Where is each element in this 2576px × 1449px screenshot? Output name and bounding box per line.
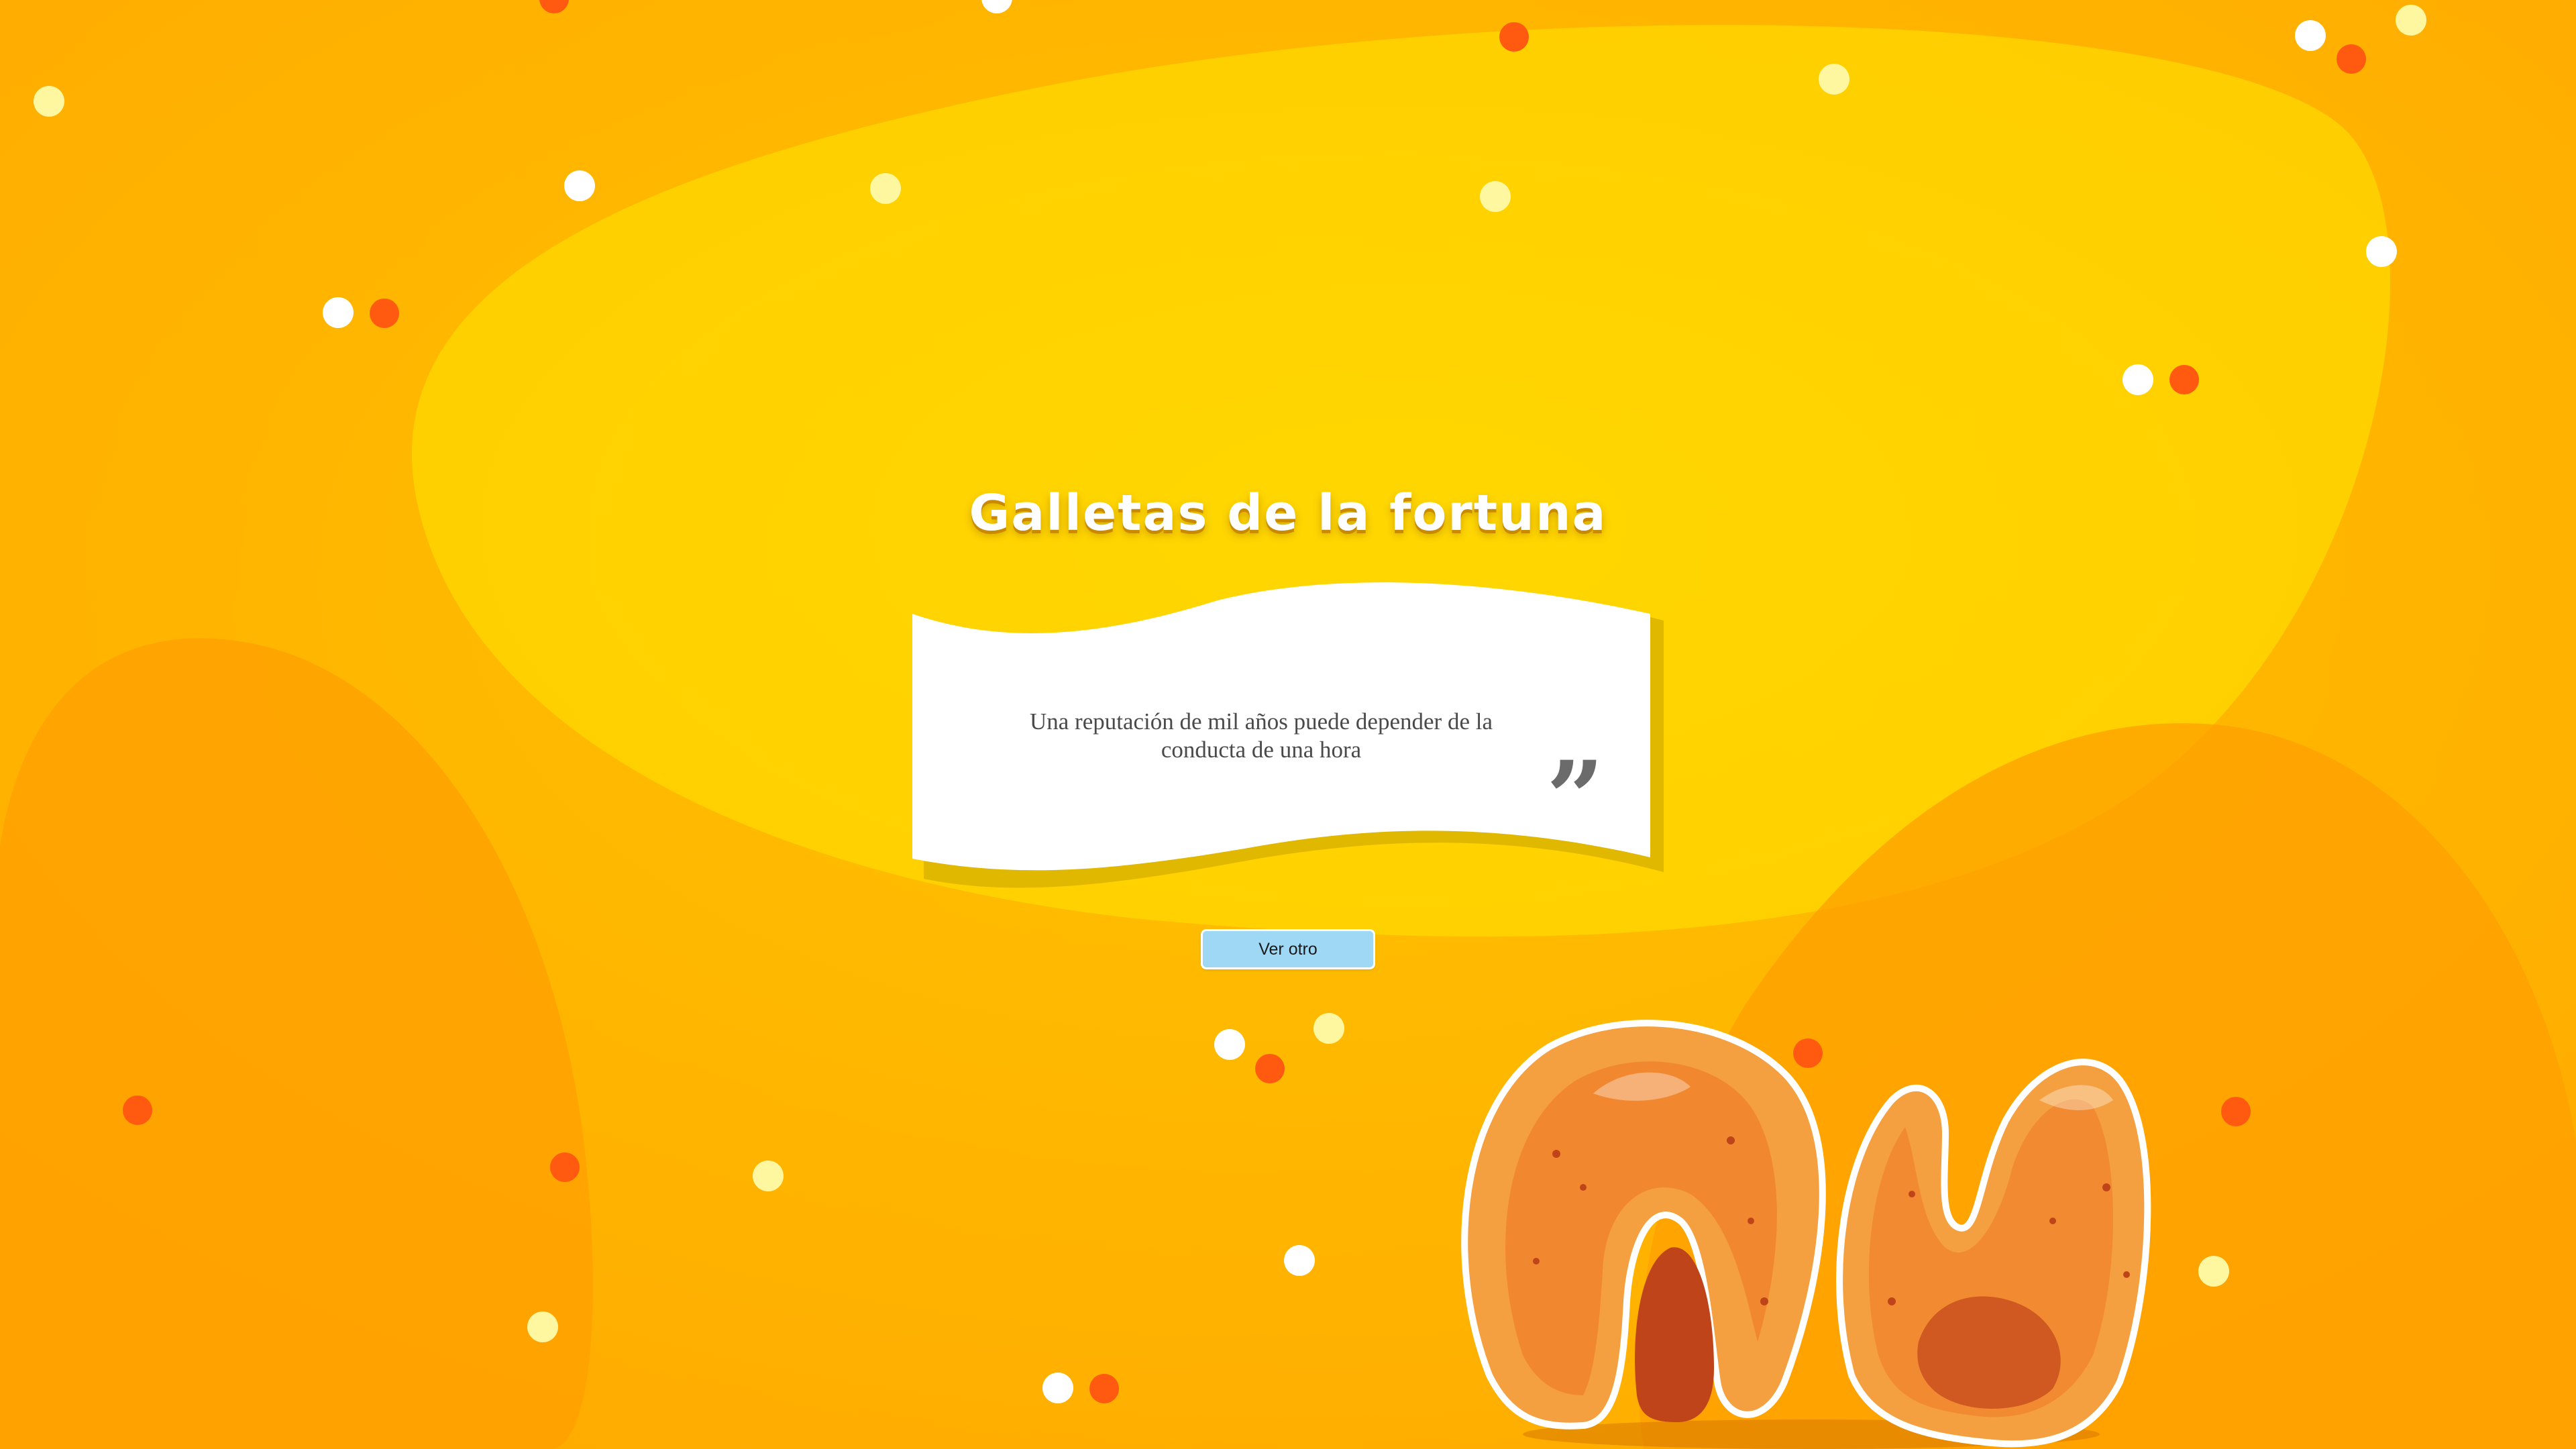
ver-otro-button[interactable]: Ver otro (1201, 929, 1375, 969)
confetti-dot (2295, 20, 2326, 51)
confetti-dot (34, 86, 64, 117)
confetti-dot (123, 1095, 152, 1125)
confetti-dot (1255, 1054, 1285, 1083)
confetti-dot (870, 173, 901, 204)
confetti-dot (2366, 236, 2397, 267)
confetti-dot (323, 297, 354, 328)
confetti-dot (2396, 5, 2426, 36)
page-title: Galletas de la fortuna (969, 484, 1607, 542)
confetti-dot (564, 170, 595, 201)
fortune-text: Una reputación de mil años puede depende… (1029, 708, 1493, 763)
confetti-dot (753, 1161, 784, 1191)
left-cookie-icon (1461, 1020, 1826, 1430)
confetti-dot (1499, 22, 1529, 52)
confetti-dot (1313, 1013, 1344, 1044)
fortune-cookies-illustration (1461, 1020, 2151, 1449)
confetti-dot (1819, 64, 1849, 95)
confetti-dot (1284, 1245, 1315, 1276)
confetti-dot (1042, 1373, 1073, 1403)
confetti-dot (550, 1152, 580, 1182)
confetti-dot (370, 299, 399, 328)
confetti-dot (527, 1311, 558, 1342)
confetti-dot (1089, 1374, 1119, 1403)
confetti-dot (1214, 1029, 1245, 1060)
confetti-dot (1480, 181, 1511, 212)
confetti-dot (2221, 1097, 2251, 1126)
closing-quote-icon: ” (1546, 748, 1605, 815)
confetti-dot (2198, 1256, 2229, 1287)
confetti-dot (2169, 365, 2199, 394)
right-cookie-icon (1836, 1059, 2151, 1448)
confetti-dot (2337, 44, 2366, 74)
confetti-dot (2123, 364, 2153, 395)
